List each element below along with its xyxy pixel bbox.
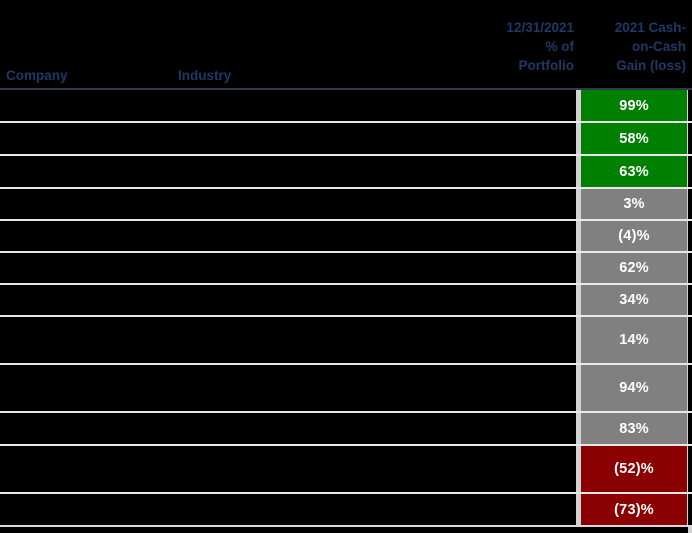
table-row[interactable]: 99% — [0, 90, 692, 123]
column-header-gain-line2: on-Cash — [632, 39, 686, 54]
cell-gain: 14% — [576, 317, 688, 363]
table-row[interactable]: (4)% — [0, 221, 692, 253]
column-header-gain-line1: 2021 Cash- — [614, 20, 686, 35]
portfolio-table-screen: Company Industry 12/31/2021 % of Portfol… — [0, 0, 692, 533]
cell-gain: 63% — [576, 156, 688, 187]
cell-gain: (52)% — [576, 446, 688, 492]
table-row[interactable]: 34% — [0, 285, 692, 317]
table-header: Company Industry 12/31/2021 % of Portfol… — [0, 0, 692, 92]
column-header-company: Company — [6, 68, 68, 83]
table-row[interactable]: 94% — [0, 365, 692, 413]
cell-gain: 94% — [576, 365, 688, 411]
cell-gain: 62% — [576, 253, 688, 283]
table-row[interactable]: 83% — [0, 413, 692, 446]
cell-gain: 58% — [576, 123, 688, 154]
cell-gain: 83% — [576, 413, 688, 444]
column-header-portfolio-line2: % of — [545, 39, 575, 54]
column-header-portfolio: 12/31/2021 % of Portfolio — [466, 18, 574, 75]
cell-gain: 99% — [576, 90, 688, 121]
table-row[interactable]: 14% — [0, 317, 692, 365]
table-row[interactable]: 58% — [0, 123, 692, 156]
cell-gain: (4)% — [576, 221, 688, 251]
table-row[interactable]: (73)% — [0, 494, 692, 527]
column-header-industry: Industry — [178, 68, 232, 83]
cell-gain: 3% — [576, 189, 688, 219]
table-body: 99% 58% 63% 3% (4)% 62% 34% 14% 94% 83% (52)% (73)% — [0, 90, 692, 527]
cell-gain: 34% — [576, 285, 688, 315]
table-row[interactable]: 62% — [0, 253, 692, 285]
column-header-portfolio-line3: Portfolio — [518, 58, 575, 73]
column-header-portfolio-line1: 12/31/2021 — [506, 20, 574, 35]
table-row[interactable]: 3% — [0, 189, 692, 221]
table-row[interactable]: (52)% — [0, 446, 692, 494]
column-header-gain-line3: Gain (loss) — [616, 58, 686, 73]
cell-gain: (73)% — [576, 494, 688, 525]
column-header-gain: 2021 Cash- on-Cash Gain (loss) — [578, 18, 686, 75]
table-row[interactable]: 63% — [0, 156, 692, 189]
